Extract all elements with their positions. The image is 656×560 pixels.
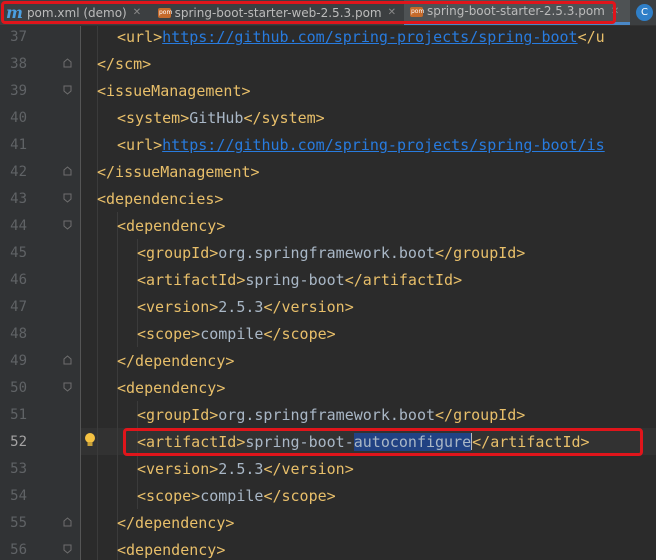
line-number: 46 — [10, 272, 27, 288]
fold-start-icon[interactable] — [63, 544, 72, 554]
line-number: 45 — [10, 245, 27, 261]
code-line-50: <dependency> — [117, 379, 226, 397]
line-number: 48 — [10, 326, 27, 342]
code-line-37: <url>https://github.com/spring-projects/… — [117, 28, 605, 46]
line-number: 49 — [10, 353, 27, 369]
fold-end-icon[interactable] — [63, 355, 72, 365]
code-line-56: <dependency> — [117, 541, 226, 559]
code-line-55: </dependency> — [117, 514, 235, 532]
line-number: 44 — [10, 218, 27, 234]
line-number: 53 — [10, 461, 27, 477]
fold-start-icon[interactable] — [63, 193, 72, 203]
line-number: 37 — [10, 29, 27, 45]
code-line-38: </scm> — [97, 55, 152, 73]
indent-guide — [97, 26, 98, 560]
annotation-box-tabs — [1, 1, 616, 24]
code-line-43: <dependencies> — [97, 190, 224, 208]
line-number: 51 — [10, 407, 27, 423]
fold-start-icon[interactable] — [63, 382, 72, 392]
editor-gutter — [0, 26, 80, 560]
code-line-42: </issueManagement> — [97, 163, 260, 181]
code-line-45: <groupId>org.springframework.boot</group… — [137, 244, 526, 262]
code-line-47: <version>2.5.3</version> — [137, 298, 354, 316]
fold-end-icon[interactable] — [63, 517, 72, 527]
line-number: 43 — [10, 191, 27, 207]
url-link[interactable]: https://github.com/spring-projects/sprin… — [162, 136, 605, 154]
line-number: 50 — [10, 380, 27, 396]
line-number: 39 — [10, 83, 27, 99]
fold-start-icon[interactable] — [63, 85, 72, 95]
code-line-53: <version>2.5.3</version> — [137, 460, 354, 478]
code-line-40: <system>GitHub</system> — [117, 109, 325, 127]
code-line-39: <issueManagement> — [97, 82, 251, 100]
fold-end-icon[interactable] — [63, 166, 72, 176]
annotation-box-line-52 — [123, 428, 643, 456]
code-line-49: </dependency> — [117, 352, 235, 370]
line-number: 55 — [10, 515, 27, 531]
class-icon[interactable]: C — [636, 4, 653, 21]
line-number: 40 — [10, 110, 27, 126]
line-number: 54 — [10, 488, 27, 504]
fold-end-icon[interactable] — [63, 58, 72, 68]
code-line-54: <scope>compile</scope> — [137, 487, 336, 505]
code-editor[interactable] — [81, 26, 656, 560]
code-line-51: <groupId>org.springframework.boot</group… — [137, 406, 526, 424]
code-line-41: <url>https://github.com/spring-projects/… — [117, 136, 605, 154]
fold-start-icon[interactable] — [63, 220, 72, 230]
lightbulb-icon[interactable] — [84, 432, 96, 448]
line-number: 41 — [10, 137, 27, 153]
code-line-46: <artifactId>spring-boot</artifactId> — [137, 271, 463, 289]
line-number-current: 52 — [10, 434, 27, 450]
line-number: 56 — [10, 542, 27, 558]
line-number: 42 — [10, 164, 27, 180]
code-line-48: <scope>compile</scope> — [137, 325, 336, 343]
line-number: 38 — [10, 56, 27, 72]
line-number: 47 — [10, 299, 27, 315]
code-line-44: <dependency> — [117, 217, 226, 235]
url-link[interactable]: https://github.com/spring-projects/sprin… — [162, 28, 577, 46]
